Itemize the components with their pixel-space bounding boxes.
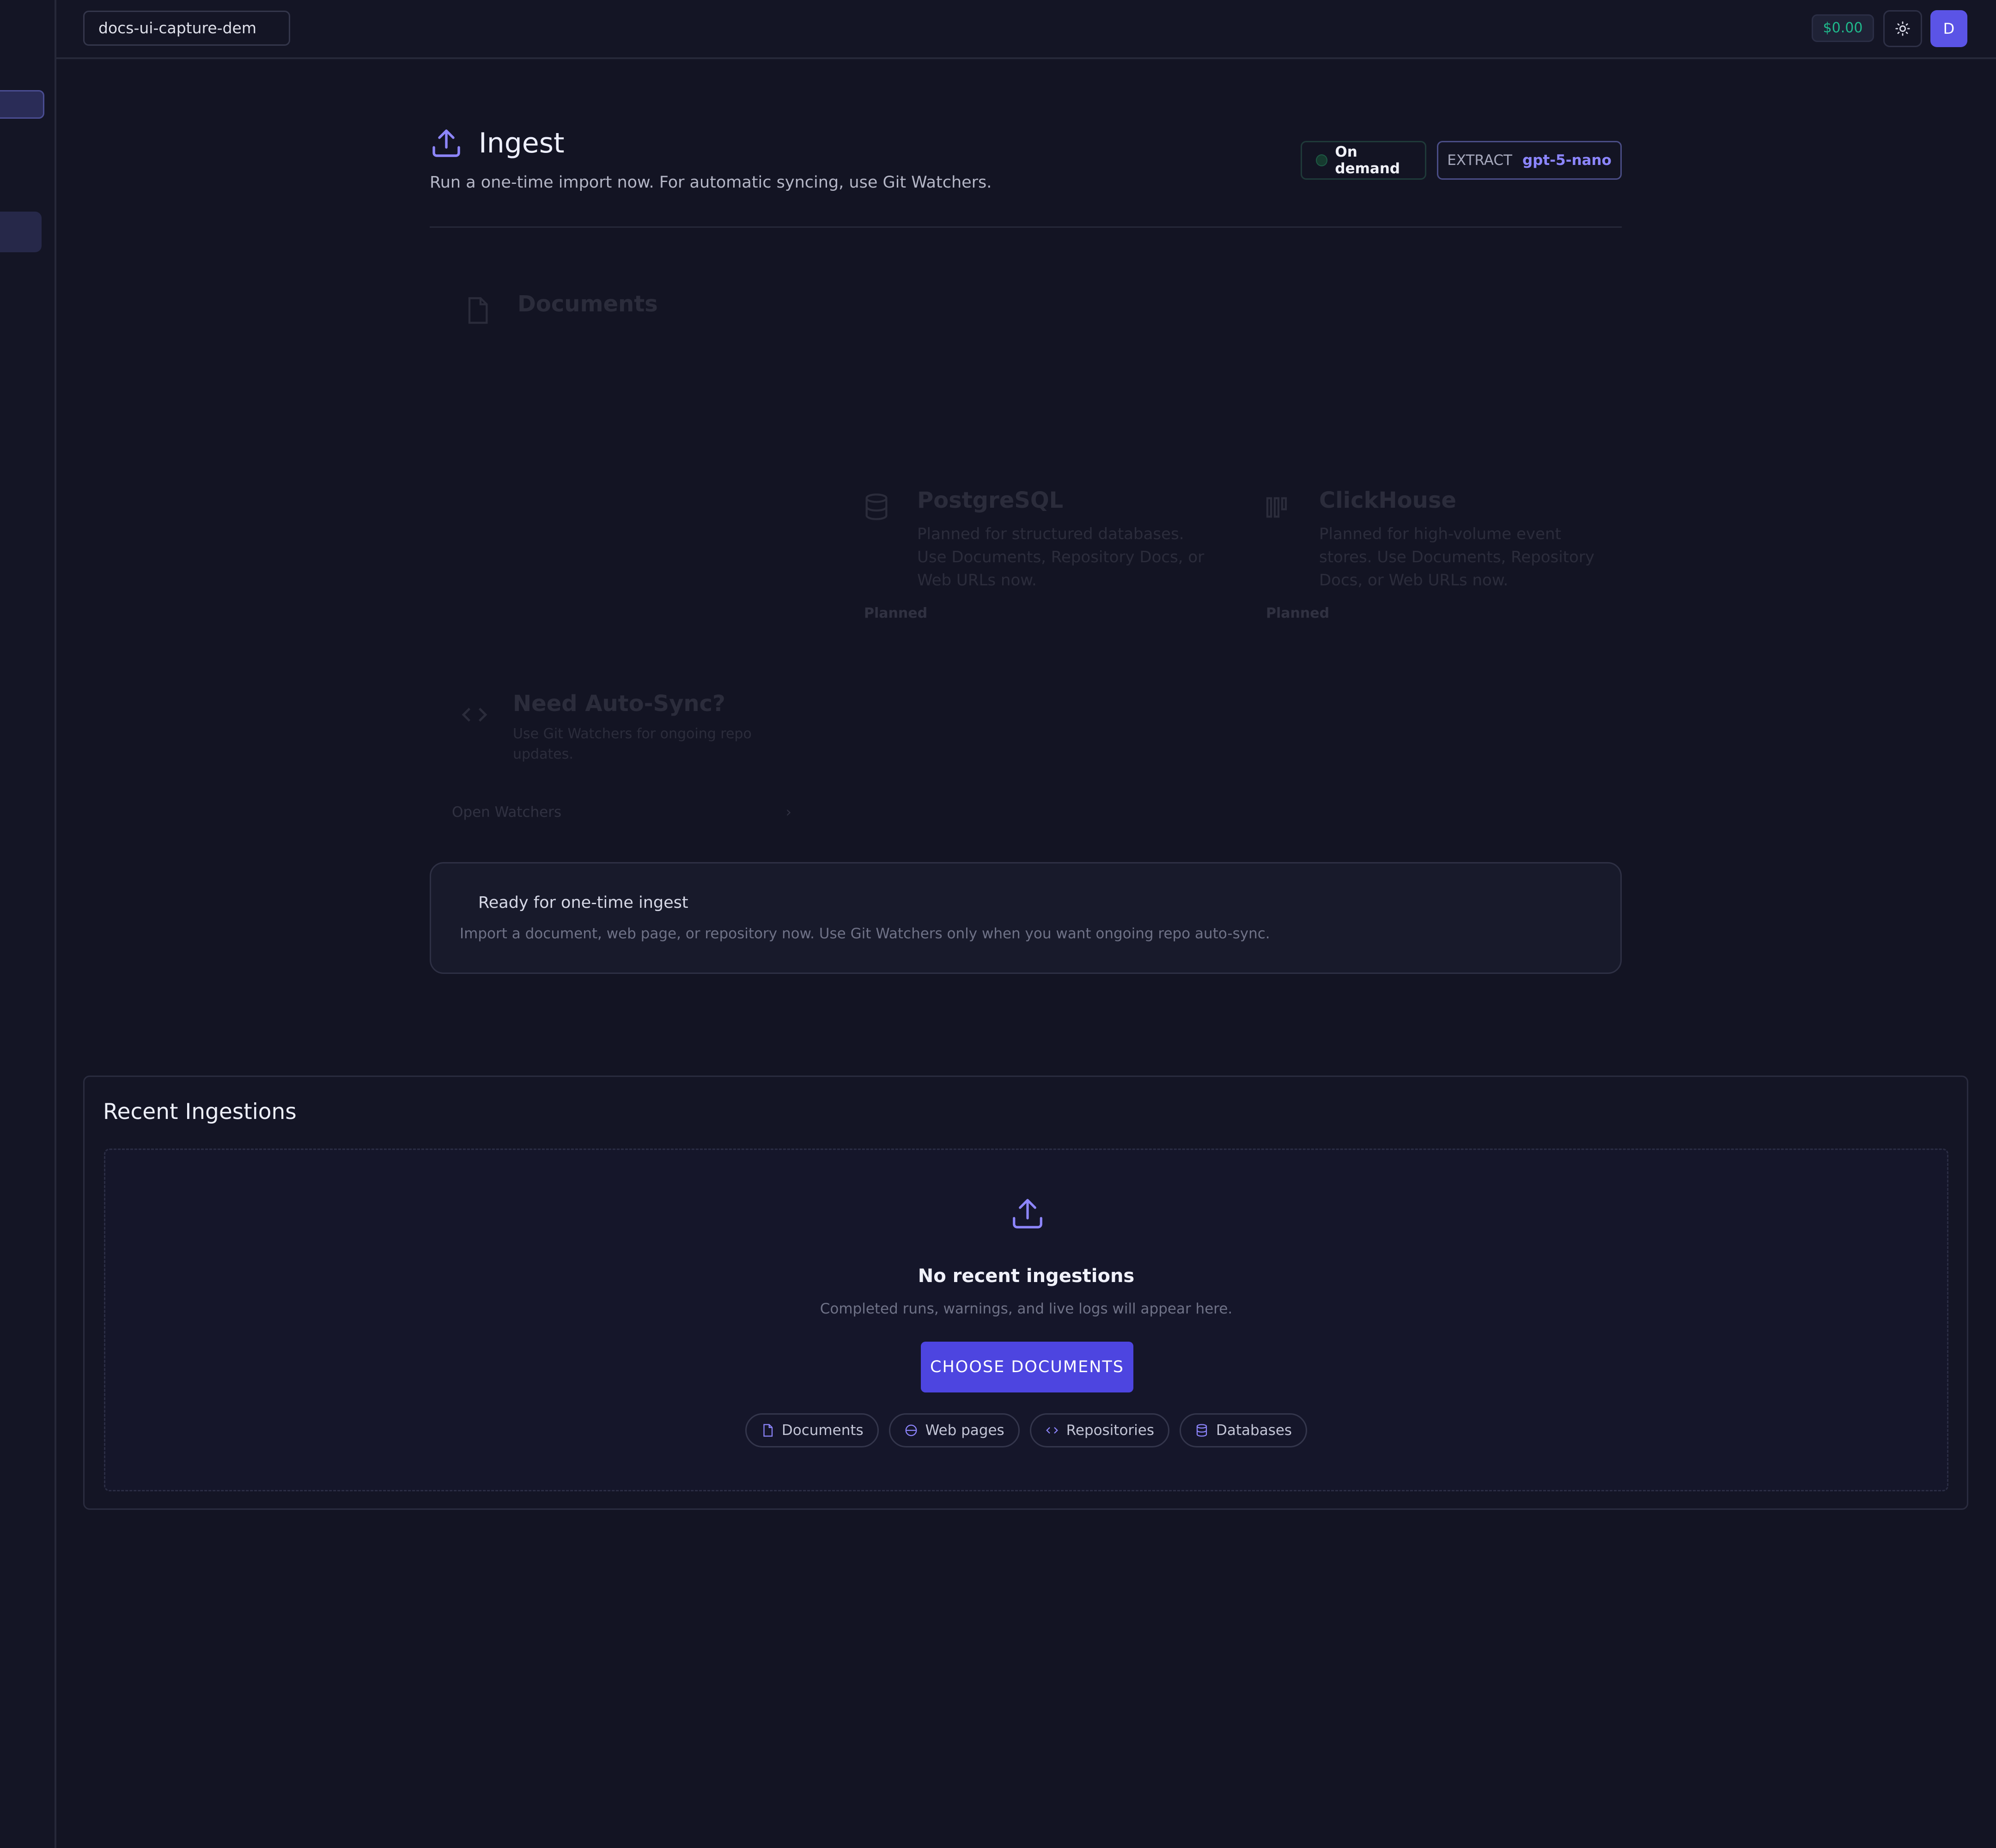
source-title-clickhouse: ClickHouse: [1319, 487, 1456, 513]
extract-model: gpt-5-nano: [1522, 152, 1612, 169]
clickhouse-icon: [1266, 497, 1287, 518]
page-subtitle: Run a one-time import now. For automatic…: [430, 173, 992, 192]
chip-web-pages[interactable]: Web pages: [888, 1413, 1020, 1447]
top-bar: [56, 0, 1996, 59]
status-dot-icon: [1316, 154, 1328, 166]
code-icon: [462, 707, 487, 722]
choose-documents-button[interactable]: CHOOSE DOCUMENTS: [921, 1342, 1133, 1392]
source-title-documents: Documents: [517, 291, 658, 317]
chip-label: Web pages: [925, 1422, 1004, 1439]
recent-ingestions-panel: Recent Ingestions No recent ingestions C…: [83, 1076, 1968, 1510]
status-planned-postgresql: Planned: [864, 605, 928, 621]
database-icon: [1196, 1424, 1207, 1437]
ready-banner: Ready for one-time ingest Import a docum…: [430, 862, 1622, 974]
code-icon: [1046, 1427, 1058, 1434]
chip-label: Repositories: [1066, 1422, 1155, 1439]
open-watchers-label: Open Watchers: [452, 804, 562, 821]
empty-desc: Completed runs, warnings, and live logs …: [820, 1301, 1233, 1317]
open-watchers-link[interactable]: Open Watchers ›: [452, 804, 791, 821]
page-title: Ingest: [479, 127, 565, 159]
autosync-desc: Use Git Watchers for ongoing repo update…: [513, 726, 752, 762]
chevron-right-icon: ›: [785, 804, 791, 821]
upload-icon: [1013, 1199, 1042, 1228]
upload-icon: [432, 129, 460, 157]
header-divider: [430, 226, 1622, 228]
avatar[interactable]: D: [1930, 10, 1967, 47]
extract-label: EXTRACT: [1447, 152, 1512, 169]
source-desc-postgresql: Planned for structured databases. Use Do…: [917, 525, 1205, 590]
source-desc-clickhouse: Planned for high-volume event stores. Us…: [1319, 525, 1594, 590]
project-selector[interactable]: docs-ui-capture-dem: [83, 11, 290, 46]
document-icon: [468, 297, 488, 324]
empty-state: No recent ingestions Completed runs, war…: [104, 1149, 1948, 1491]
sidebar-item-selected[interactable]: [0, 212, 42, 252]
chip-documents[interactable]: Documents: [745, 1413, 879, 1447]
chip-label: Databases: [1216, 1422, 1292, 1439]
database-icon: [865, 493, 888, 520]
sidebar: [0, 0, 56, 1848]
theme-toggle-button[interactable]: [1883, 10, 1922, 47]
chip-databases[interactable]: Databases: [1180, 1413, 1308, 1447]
recent-title: Recent Ingestions: [103, 1099, 297, 1125]
ready-desc: Import a document, web page, or reposito…: [460, 925, 1270, 942]
chip-repositories[interactable]: Repositories: [1029, 1413, 1170, 1447]
extract-model-selector[interactable]: EXTRACT gpt-5-nano: [1437, 141, 1622, 180]
source-title-postgresql: PostgreSQL: [917, 487, 1064, 513]
status-planned-clickhouse: Planned: [1266, 605, 1330, 621]
sun-icon: [1895, 21, 1910, 36]
document-icon: [763, 1424, 773, 1437]
cost-badge: $0.00: [1812, 14, 1874, 42]
mode-label: On demand: [1335, 144, 1400, 177]
source-chips: Documents Web pages Repositories Databas…: [105, 1413, 1947, 1447]
sidebar-item-active[interactable]: [0, 90, 44, 119]
mode-badge: On demand: [1301, 141, 1426, 180]
chip-label: Documents: [781, 1422, 864, 1439]
globe-icon: [905, 1424, 917, 1436]
ready-title: Ready for one-time ingest: [478, 894, 688, 912]
empty-title: No recent ingestions: [918, 1265, 1135, 1287]
autosync-title: Need Auto-Sync?: [513, 691, 725, 717]
